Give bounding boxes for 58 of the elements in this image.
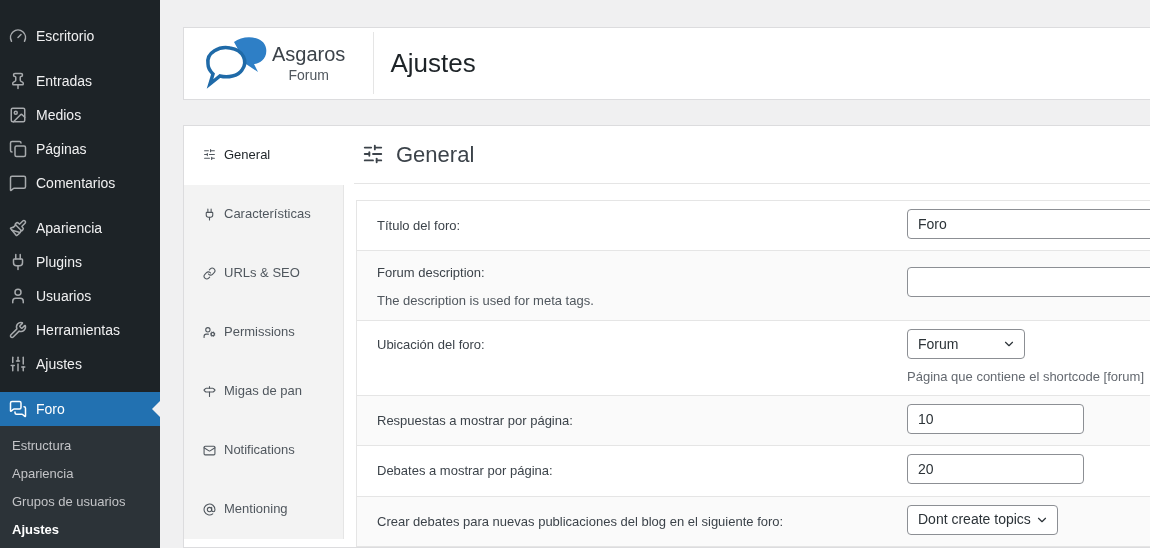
at-icon bbox=[203, 502, 216, 516]
wrench-icon bbox=[9, 321, 27, 339]
logo-subtitle: Forum bbox=[288, 68, 329, 83]
pin-icon bbox=[9, 72, 27, 90]
signpost-icon bbox=[203, 384, 216, 398]
menu-item[interactable]: Usuarios bbox=[0, 279, 160, 313]
user-gear-icon bbox=[203, 325, 216, 339]
submenu-item[interactable]: Grupos de usuarios bbox=[0, 488, 160, 516]
settings-tab[interactable]: Mentioning bbox=[184, 479, 344, 539]
current-indicator-icon bbox=[152, 401, 160, 417]
settings-tab[interactable]: Características bbox=[184, 184, 344, 244]
chat-bubbles-icon bbox=[9, 400, 27, 418]
user-icon bbox=[9, 287, 27, 305]
setting-label: Debates a mostrar por página: bbox=[377, 462, 554, 480]
setting-description: The description is used for meta tags. bbox=[377, 291, 595, 310]
setting-label: Respuestas a mostrar por página: bbox=[377, 411, 574, 430]
menu-item[interactable]: Foro bbox=[0, 392, 160, 426]
menu-item[interactable]: Páginas bbox=[0, 132, 160, 166]
settings-tab[interactable]: Permissions bbox=[184, 302, 344, 362]
link-icon bbox=[203, 266, 216, 280]
comment-icon bbox=[9, 174, 27, 192]
select-dropdown[interactable]: Forum bbox=[907, 329, 1025, 359]
sliders-icon bbox=[203, 148, 216, 161]
settings-tab[interactable]: Migas de pan bbox=[184, 361, 344, 421]
submenu-item[interactable]: Estructura bbox=[0, 432, 160, 460]
image-icon bbox=[9, 106, 27, 124]
pages-icon bbox=[9, 140, 27, 158]
number-field[interactable]: 20 bbox=[907, 454, 1084, 484]
submenu-item[interactable]: Apariencia bbox=[0, 460, 160, 488]
menu-item[interactable]: Escritorio bbox=[0, 19, 160, 53]
settings-tab[interactable]: Notifications bbox=[184, 420, 344, 480]
logo-name: Asgaros bbox=[272, 44, 346, 65]
menu-item[interactable]: Ajustes bbox=[0, 347, 160, 381]
setting-label: Título del foro: bbox=[377, 216, 462, 235]
brush-icon bbox=[9, 219, 27, 237]
menu-item[interactable]: Entradas bbox=[0, 64, 160, 98]
select-dropdown[interactable]: Dont create topics bbox=[907, 504, 1058, 535]
menu-item[interactable]: Medios bbox=[0, 98, 160, 132]
menu-item[interactable]: Apariencia bbox=[0, 211, 160, 245]
number-field[interactable]: 10 bbox=[907, 403, 1084, 434]
menu-item[interactable]: Comentarios bbox=[0, 166, 160, 200]
text-field[interactable]: Foro bbox=[907, 208, 1150, 239]
menu-item[interactable]: Plugins bbox=[0, 245, 160, 279]
text-field[interactable] bbox=[907, 267, 1150, 297]
envelope-icon bbox=[203, 443, 216, 457]
setting-label: Crear debates para nuevas publicaciones del blog en el siguiente foro: bbox=[377, 512, 785, 531]
setting-label: Forum description: bbox=[377, 264, 486, 282]
menu-item[interactable]: Herramientas bbox=[0, 313, 160, 347]
page-title: Ajustes bbox=[389, 46, 476, 80]
gauge-icon bbox=[9, 27, 27, 45]
plug-icon bbox=[203, 207, 216, 221]
section-title: General bbox=[396, 140, 475, 169]
settings-tab[interactable]: URLs & SEO bbox=[184, 243, 344, 303]
field-hint: Página que contiene el shortcode [forum] bbox=[907, 368, 1146, 386]
submenu-item[interactable]: Ajustes bbox=[0, 516, 160, 544]
sliders-icon bbox=[362, 143, 384, 165]
sliders-icon bbox=[9, 355, 27, 373]
setting-label: Ubicación del foro: bbox=[377, 336, 486, 354]
